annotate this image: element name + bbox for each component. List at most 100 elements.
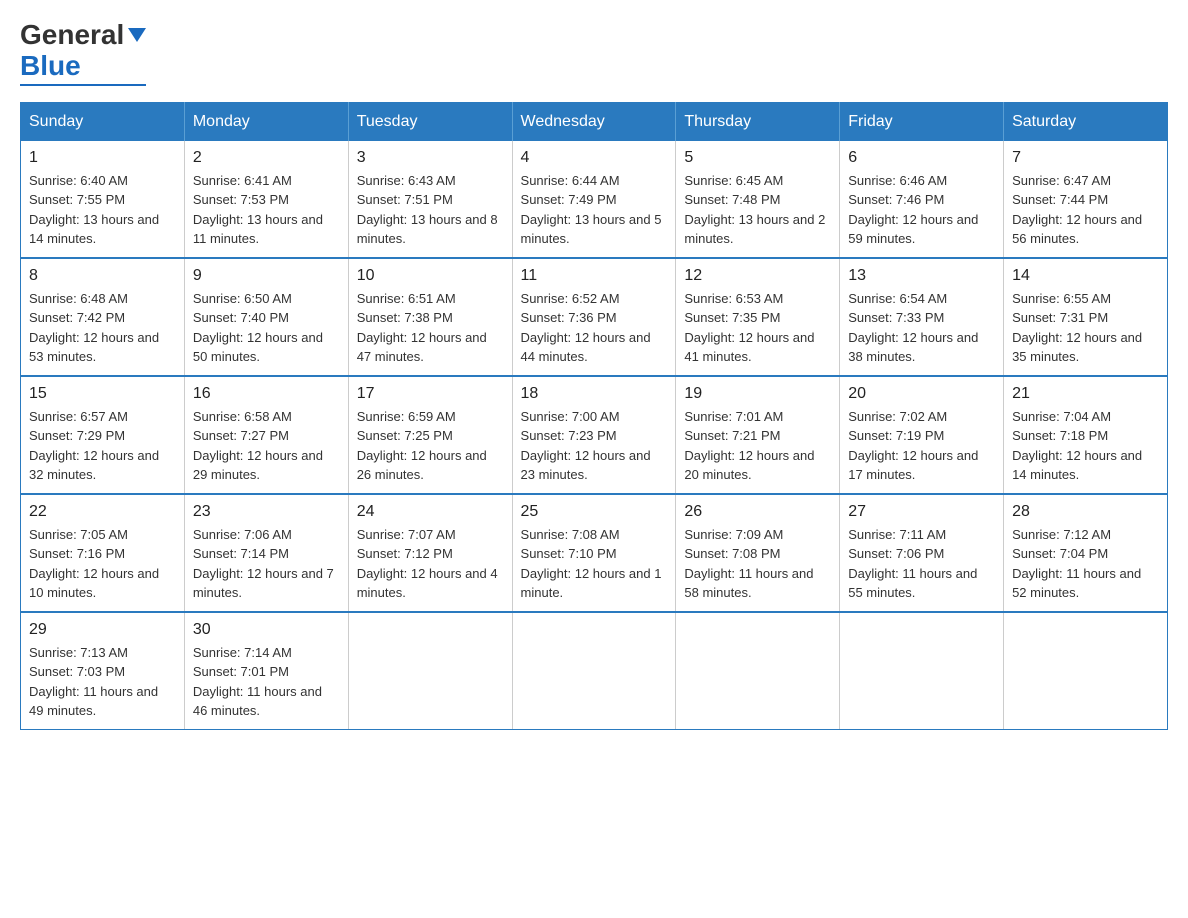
calendar-cell [840, 612, 1004, 730]
day-number: 4 [521, 149, 668, 167]
day-number: 1 [29, 149, 176, 167]
day-number: 19 [684, 385, 831, 403]
calendar-cell [348, 612, 512, 730]
day-info: Sunrise: 7:04 AMSunset: 7:18 PMDaylight:… [1012, 407, 1159, 485]
day-info: Sunrise: 6:47 AMSunset: 7:44 PMDaylight:… [1012, 171, 1159, 249]
day-number: 23 [193, 503, 340, 521]
day-info: Sunrise: 6:53 AMSunset: 7:35 PMDaylight:… [684, 289, 831, 367]
day-number: 14 [1012, 267, 1159, 285]
calendar-cell: 21 Sunrise: 7:04 AMSunset: 7:18 PMDaylig… [1004, 376, 1168, 494]
logo-triangle-icon [128, 28, 146, 42]
day-number: 2 [193, 149, 340, 167]
day-number: 11 [521, 267, 668, 285]
calendar-week-row: 8 Sunrise: 6:48 AMSunset: 7:42 PMDayligh… [21, 258, 1168, 376]
day-number: 24 [357, 503, 504, 521]
day-number: 21 [1012, 385, 1159, 403]
calendar-cell: 1 Sunrise: 6:40 AMSunset: 7:55 PMDayligh… [21, 141, 185, 258]
calendar-cell: 19 Sunrise: 7:01 AMSunset: 7:21 PMDaylig… [676, 376, 840, 494]
day-info: Sunrise: 7:07 AMSunset: 7:12 PMDaylight:… [357, 525, 504, 603]
day-number: 10 [357, 267, 504, 285]
day-number: 6 [848, 149, 995, 167]
calendar-cell [512, 612, 676, 730]
calendar-cell: 16 Sunrise: 6:58 AMSunset: 7:27 PMDaylig… [184, 376, 348, 494]
day-number: 25 [521, 503, 668, 521]
day-info: Sunrise: 7:00 AMSunset: 7:23 PMDaylight:… [521, 407, 668, 485]
calendar-cell: 8 Sunrise: 6:48 AMSunset: 7:42 PMDayligh… [21, 258, 185, 376]
weekday-header-friday: Friday [840, 102, 1004, 141]
day-number: 15 [29, 385, 176, 403]
logo: General Blue [20, 20, 146, 86]
day-number: 3 [357, 149, 504, 167]
day-info: Sunrise: 6:40 AMSunset: 7:55 PMDaylight:… [29, 171, 176, 249]
day-info: Sunrise: 7:11 AMSunset: 7:06 PMDaylight:… [848, 525, 995, 603]
day-number: 22 [29, 503, 176, 521]
day-number: 17 [357, 385, 504, 403]
calendar-cell: 25 Sunrise: 7:08 AMSunset: 7:10 PMDaylig… [512, 494, 676, 612]
calendar-cell: 12 Sunrise: 6:53 AMSunset: 7:35 PMDaylig… [676, 258, 840, 376]
page-header: General Blue [20, 20, 1168, 86]
day-info: Sunrise: 6:46 AMSunset: 7:46 PMDaylight:… [848, 171, 995, 249]
weekday-header-monday: Monday [184, 102, 348, 141]
day-number: 29 [29, 621, 176, 639]
day-info: Sunrise: 6:52 AMSunset: 7:36 PMDaylight:… [521, 289, 668, 367]
calendar-cell: 3 Sunrise: 6:43 AMSunset: 7:51 PMDayligh… [348, 141, 512, 258]
day-info: Sunrise: 6:59 AMSunset: 7:25 PMDaylight:… [357, 407, 504, 485]
day-info: Sunrise: 6:43 AMSunset: 7:51 PMDaylight:… [357, 171, 504, 249]
day-info: Sunrise: 6:50 AMSunset: 7:40 PMDaylight:… [193, 289, 340, 367]
day-info: Sunrise: 6:48 AMSunset: 7:42 PMDaylight:… [29, 289, 176, 367]
calendar-cell: 7 Sunrise: 6:47 AMSunset: 7:44 PMDayligh… [1004, 141, 1168, 258]
calendar-cell: 17 Sunrise: 6:59 AMSunset: 7:25 PMDaylig… [348, 376, 512, 494]
day-info: Sunrise: 6:44 AMSunset: 7:49 PMDaylight:… [521, 171, 668, 249]
calendar-cell: 24 Sunrise: 7:07 AMSunset: 7:12 PMDaylig… [348, 494, 512, 612]
day-number: 20 [848, 385, 995, 403]
day-number: 12 [684, 267, 831, 285]
day-number: 7 [1012, 149, 1159, 167]
calendar-cell: 29 Sunrise: 7:13 AMSunset: 7:03 PMDaylig… [21, 612, 185, 730]
day-number: 8 [29, 267, 176, 285]
calendar-cell: 22 Sunrise: 7:05 AMSunset: 7:16 PMDaylig… [21, 494, 185, 612]
day-info: Sunrise: 6:54 AMSunset: 7:33 PMDaylight:… [848, 289, 995, 367]
logo-underline [20, 84, 146, 86]
calendar-cell: 23 Sunrise: 7:06 AMSunset: 7:14 PMDaylig… [184, 494, 348, 612]
day-info: Sunrise: 7:09 AMSunset: 7:08 PMDaylight:… [684, 525, 831, 603]
day-number: 30 [193, 621, 340, 639]
calendar-cell: 30 Sunrise: 7:14 AMSunset: 7:01 PMDaylig… [184, 612, 348, 730]
logo-general-text: General [20, 20, 146, 51]
day-info: Sunrise: 6:45 AMSunset: 7:48 PMDaylight:… [684, 171, 831, 249]
day-info: Sunrise: 7:01 AMSunset: 7:21 PMDaylight:… [684, 407, 831, 485]
weekday-header-saturday: Saturday [1004, 102, 1168, 141]
calendar-cell: 15 Sunrise: 6:57 AMSunset: 7:29 PMDaylig… [21, 376, 185, 494]
day-info: Sunrise: 7:12 AMSunset: 7:04 PMDaylight:… [1012, 525, 1159, 603]
day-number: 26 [684, 503, 831, 521]
calendar-week-row: 15 Sunrise: 6:57 AMSunset: 7:29 PMDaylig… [21, 376, 1168, 494]
calendar-cell: 4 Sunrise: 6:44 AMSunset: 7:49 PMDayligh… [512, 141, 676, 258]
day-info: Sunrise: 6:55 AMSunset: 7:31 PMDaylight:… [1012, 289, 1159, 367]
day-number: 28 [1012, 503, 1159, 521]
calendar-cell: 18 Sunrise: 7:00 AMSunset: 7:23 PMDaylig… [512, 376, 676, 494]
calendar-cell: 13 Sunrise: 6:54 AMSunset: 7:33 PMDaylig… [840, 258, 1004, 376]
calendar-cell: 11 Sunrise: 6:52 AMSunset: 7:36 PMDaylig… [512, 258, 676, 376]
calendar-cell: 5 Sunrise: 6:45 AMSunset: 7:48 PMDayligh… [676, 141, 840, 258]
day-info: Sunrise: 7:05 AMSunset: 7:16 PMDaylight:… [29, 525, 176, 603]
day-number: 13 [848, 267, 995, 285]
day-number: 16 [193, 385, 340, 403]
calendar-cell [1004, 612, 1168, 730]
calendar-cell: 9 Sunrise: 6:50 AMSunset: 7:40 PMDayligh… [184, 258, 348, 376]
logo-blue-text: Blue [20, 51, 146, 82]
calendar-table: SundayMondayTuesdayWednesdayThursdayFrid… [20, 102, 1168, 730]
weekday-header-row: SundayMondayTuesdayWednesdayThursdayFrid… [21, 102, 1168, 141]
weekday-header-thursday: Thursday [676, 102, 840, 141]
calendar-cell [676, 612, 840, 730]
day-number: 27 [848, 503, 995, 521]
day-info: Sunrise: 7:06 AMSunset: 7:14 PMDaylight:… [193, 525, 340, 603]
day-info: Sunrise: 7:08 AMSunset: 7:10 PMDaylight:… [521, 525, 668, 603]
calendar-week-row: 29 Sunrise: 7:13 AMSunset: 7:03 PMDaylig… [21, 612, 1168, 730]
day-info: Sunrise: 6:58 AMSunset: 7:27 PMDaylight:… [193, 407, 340, 485]
day-info: Sunrise: 7:02 AMSunset: 7:19 PMDaylight:… [848, 407, 995, 485]
calendar-week-row: 22 Sunrise: 7:05 AMSunset: 7:16 PMDaylig… [21, 494, 1168, 612]
day-number: 9 [193, 267, 340, 285]
day-number: 5 [684, 149, 831, 167]
day-info: Sunrise: 7:14 AMSunset: 7:01 PMDaylight:… [193, 643, 340, 721]
weekday-header-wednesday: Wednesday [512, 102, 676, 141]
calendar-cell: 26 Sunrise: 7:09 AMSunset: 7:08 PMDaylig… [676, 494, 840, 612]
